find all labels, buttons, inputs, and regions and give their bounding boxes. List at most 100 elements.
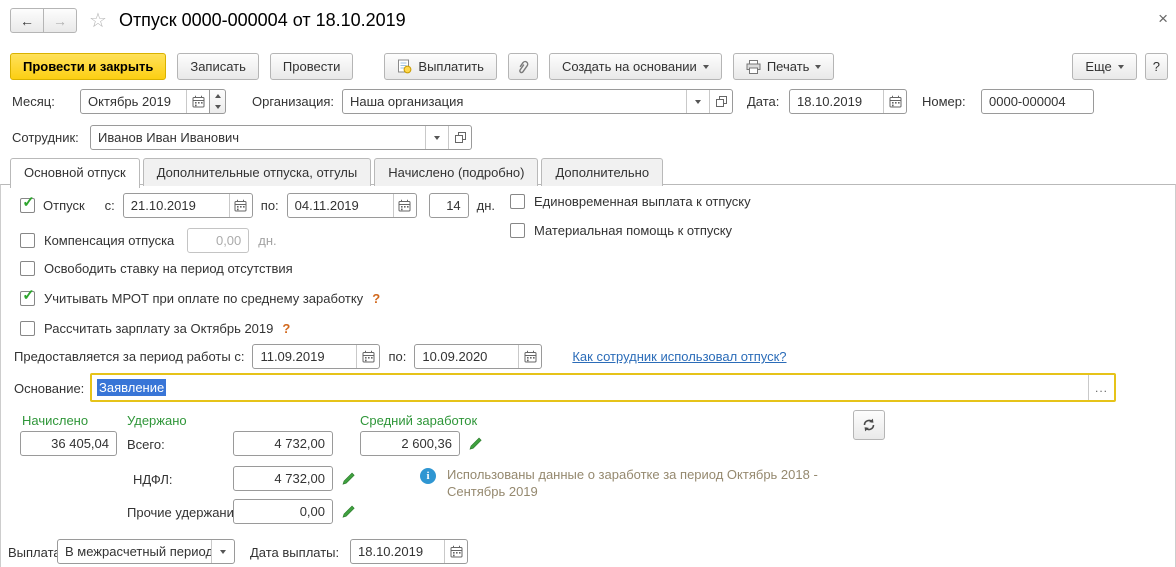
organization-field[interactable]: Наша организация [342, 89, 733, 114]
ellipsis-button[interactable]: ... [1088, 375, 1114, 400]
vacation-to-value[interactable]: 04.11.2019 [288, 198, 393, 213]
mrot-help-icon[interactable]: ? [372, 291, 380, 306]
stepper-down-icon[interactable] [210, 102, 225, 114]
month-value[interactable]: Октябрь 2019 [81, 94, 186, 109]
vacation-from-field[interactable]: 21.10.2019 [123, 193, 253, 218]
edit-ndfl-pencil-icon[interactable] [341, 471, 356, 486]
calendar-icon[interactable] [444, 540, 467, 563]
open-link-icon[interactable] [709, 90, 732, 113]
payment-date-value[interactable]: 18.10.2019 [351, 544, 444, 559]
create-based-on-button[interactable]: Создать на основании [549, 53, 722, 80]
work-period-to-field[interactable]: 10.09.2020 [414, 344, 542, 369]
forward-button[interactable]: → [44, 8, 77, 33]
calc-salary-checkbox[interactable] [20, 321, 35, 336]
calc-salary-help-icon[interactable]: ? [282, 321, 290, 336]
vacation-days-value[interactable]: 14 [430, 198, 468, 213]
work-period-from-field[interactable]: 11.09.2019 [252, 344, 380, 369]
payment-type-value[interactable]: В межрасчетный период [58, 544, 211, 559]
vacation-from-value[interactable]: 21.10.2019 [124, 198, 229, 213]
average-earnings-field[interactable]: 2 600,36 [360, 431, 460, 456]
withheld-total-label: Всего: [127, 437, 165, 452]
tab-additional[interactable]: Дополнительно [541, 158, 663, 186]
organization-value[interactable]: Наша организация [343, 94, 686, 109]
printer-icon [746, 60, 761, 74]
post-and-close-button[interactable]: Провести и закрыть [10, 53, 166, 80]
ndfl-value[interactable]: 4 732,00 [234, 471, 332, 486]
more-button[interactable]: Еще [1072, 53, 1136, 80]
work-period-to-value[interactable]: 10.09.2020 [415, 349, 518, 364]
month-field[interactable]: Октябрь 2019 [80, 89, 210, 114]
mrot-checkbox[interactable]: ✓ [20, 291, 35, 306]
earnings-info-note: Использованы данные о заработке за перио… [447, 466, 837, 500]
material-aid-label: Материальная помощь к отпуску [534, 223, 732, 238]
material-aid-row: Материальная помощь к отпуску [510, 223, 732, 238]
edit-other-pencil-icon[interactable] [341, 504, 356, 519]
calendar-icon[interactable] [883, 90, 906, 113]
payment-date-field[interactable]: 18.10.2019 [350, 539, 468, 564]
pay-document-icon [397, 59, 412, 74]
dropdown-caret-icon[interactable] [686, 90, 709, 113]
help-label: ? [1153, 59, 1160, 74]
tab-additional-vacations[interactable]: Дополнительные отпуска, отгулы [143, 158, 372, 186]
calendar-icon[interactable] [518, 345, 541, 368]
post-and-close-label: Провести и закрыть [23, 59, 153, 74]
close-icon[interactable]: × [1158, 10, 1168, 27]
date-value[interactable]: 18.10.2019 [790, 94, 883, 109]
tab-accrued-detail[interactable]: Начислено (подробно) [374, 158, 538, 186]
employee-field[interactable]: Иванов Иван Иванович [90, 125, 472, 150]
payment-date-label: Дата выплаты: [250, 545, 339, 560]
stepper-up-icon[interactable] [210, 90, 225, 102]
ndfl-field[interactable]: 4 732,00 [233, 466, 333, 491]
recalculate-button[interactable] [853, 410, 885, 440]
work-period-from-value[interactable]: 11.09.2019 [253, 349, 356, 364]
basis-value[interactable]: Заявление [92, 380, 1088, 395]
print-button[interactable]: Печать [733, 53, 835, 80]
favorite-star-icon[interactable]: ☆ [89, 8, 107, 33]
tab-main-vacation[interactable]: Основной отпуск [10, 158, 140, 188]
withheld-total-field[interactable]: 4 732,00 [233, 431, 333, 456]
chevron-down-icon [1118, 65, 1124, 69]
calendar-icon[interactable] [356, 345, 379, 368]
vacation-period-row: ✓ Отпуск с: 21.10.2019 по: 04.11.2019 14… [20, 193, 495, 218]
pay-button[interactable]: Выплатить [384, 53, 497, 80]
month-stepper [210, 89, 226, 114]
vacation-to-field[interactable]: 04.11.2019 [287, 193, 417, 218]
post-button[interactable]: Провести [270, 53, 354, 80]
accrued-field[interactable]: 36 405,04 [20, 431, 117, 456]
lump-sum-checkbox[interactable] [510, 194, 525, 209]
vacation-checkbox[interactable]: ✓ [20, 198, 35, 213]
free-rate-checkbox[interactable] [20, 261, 35, 276]
help-button[interactable]: ? [1145, 53, 1168, 80]
forward-arrow-icon: → [53, 13, 67, 29]
dropdown-caret-icon[interactable] [211, 540, 234, 563]
open-link-icon[interactable] [448, 126, 471, 149]
back-button[interactable]: ← [10, 8, 44, 33]
vacation-document-window: ← → ☆ Отпуск 0000-000004 от 18.10.2019 ×… [0, 0, 1176, 567]
calendar-icon[interactable] [229, 194, 252, 217]
edit-average-pencil-icon[interactable] [468, 436, 483, 451]
save-button[interactable]: Записать [177, 53, 259, 80]
withheld-header: Удержано [127, 413, 187, 428]
withheld-total-value[interactable]: 4 732,00 [234, 436, 332, 451]
payment-type-field[interactable]: В межрасчетный период [57, 539, 235, 564]
compensation-days-value: 0,00 [188, 233, 248, 248]
material-aid-checkbox[interactable] [510, 223, 525, 238]
calc-salary-row: Рассчитать зарплату за Октябрь 2019 ? [20, 321, 290, 336]
average-earnings-value[interactable]: 2 600,36 [361, 436, 459, 451]
basis-field[interactable]: Заявление ... [90, 373, 1116, 402]
vacation-days-field[interactable]: 14 [429, 193, 469, 218]
vacation-usage-link[interactable]: Как сотрудник использовал отпуск? [572, 349, 786, 364]
other-withholdings-field[interactable]: 0,00 [233, 499, 333, 524]
vacation-days-units: дн. [477, 198, 495, 213]
accrued-value[interactable]: 36 405,04 [21, 436, 116, 451]
date-field[interactable]: 18.10.2019 [789, 89, 907, 114]
employee-value[interactable]: Иванов Иван Иванович [91, 130, 425, 145]
other-withholdings-value[interactable]: 0,00 [234, 504, 332, 519]
number-field[interactable]: 0000-000004 [981, 89, 1094, 114]
dropdown-caret-icon[interactable] [425, 126, 448, 149]
number-value[interactable]: 0000-000004 [982, 94, 1093, 109]
compensation-checkbox[interactable] [20, 233, 35, 248]
attachments-button[interactable] [508, 53, 538, 80]
calendar-icon[interactable] [186, 90, 209, 113]
calendar-icon[interactable] [393, 194, 416, 217]
